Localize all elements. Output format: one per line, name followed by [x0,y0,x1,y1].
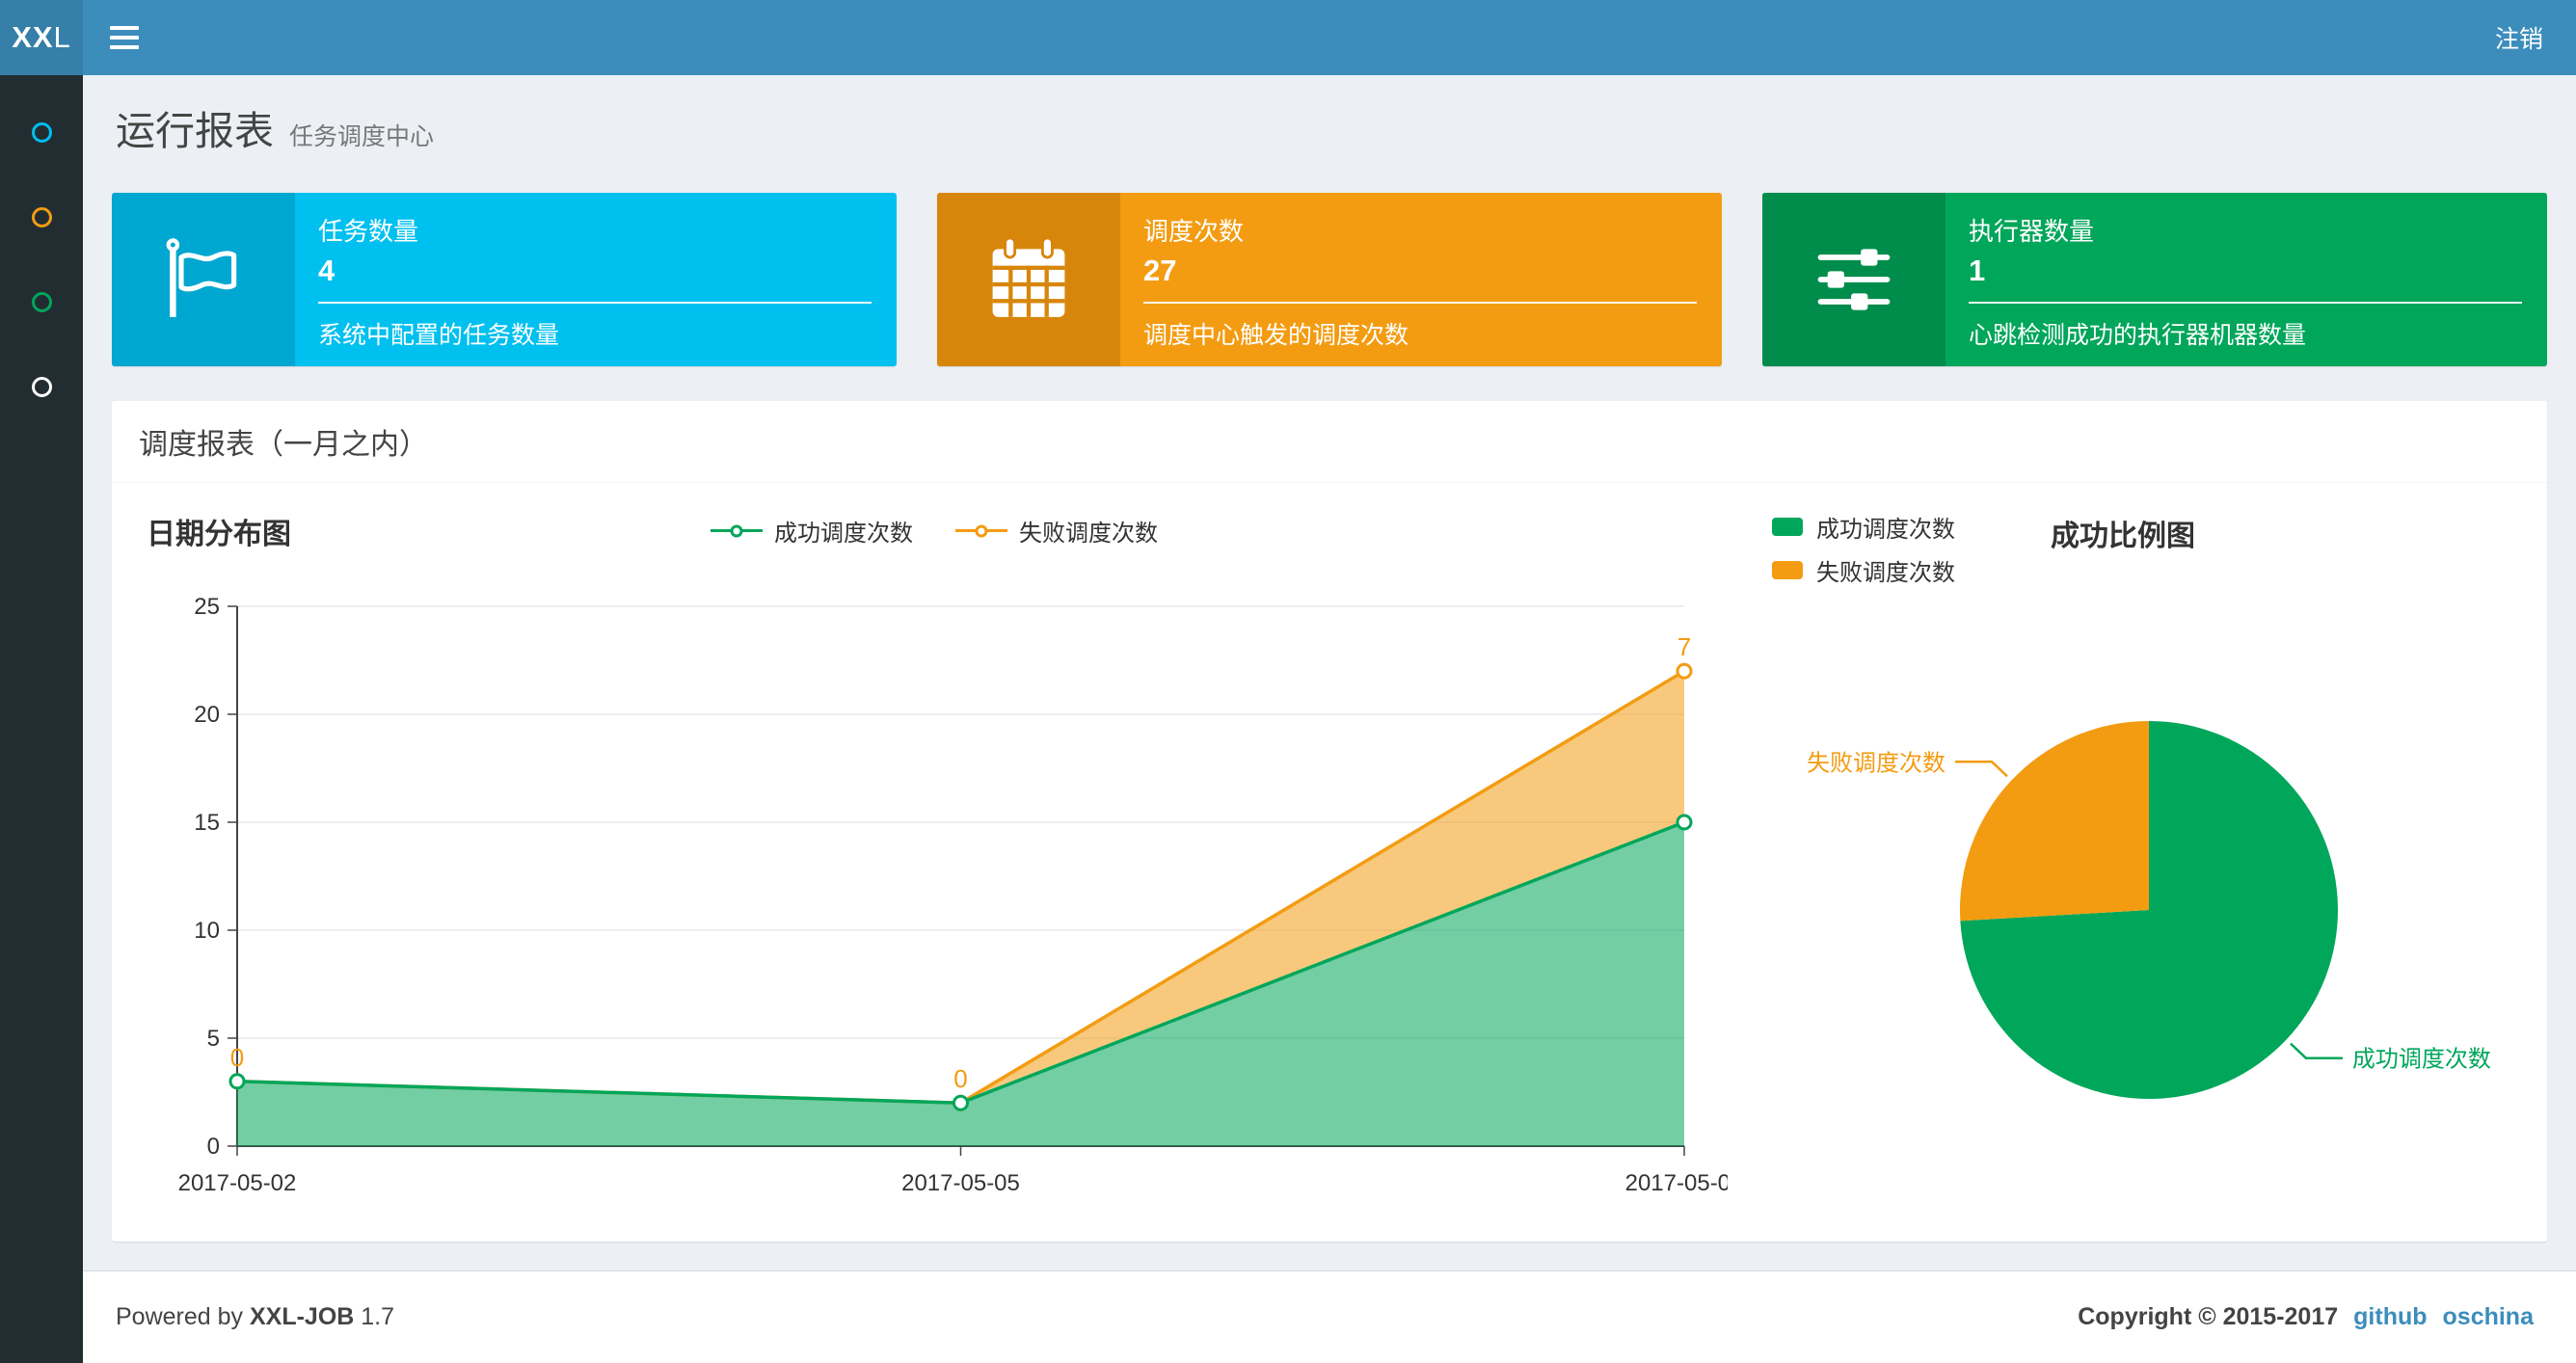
panel-title: 调度报表（一月之内） [112,401,2547,483]
pie-chart-title: 成功比例图 [2051,521,2195,552]
sidebar-menu [0,75,83,429]
circle-outline-icon [31,376,52,397]
circle-outline-icon [31,121,52,143]
sidebar-item-report[interactable] [0,90,83,174]
svg-text:失败调度次数: 失败调度次数 [1807,750,1945,776]
legend-item-fail[interactable]: 失败调度次数 [955,514,1158,548]
top-navbar: XX L 注销 [0,0,2576,75]
info-box-title: 任务数量 [318,217,419,246]
svg-text:7: 7 [1677,632,1691,661]
calendar-icon [937,193,1120,366]
info-box-value: 27 [1143,254,1177,287]
line-marker-icon [711,524,763,537]
line-chart-svg: 05101520252017-05-022017-05-052017-05-08… [178,594,1744,1196]
circle-outline-icon [31,206,52,227]
hamburger-icon [110,26,139,49]
svg-text:15: 15 [194,810,220,836]
schedule-report-panel: 调度报表（一月之内） 日期分布图 成功调度次数 失败调度次数 0 5 10 15… [112,401,2547,1242]
legend-item-success[interactable]: 成功调度次数 [1772,510,1955,544]
powered-by: Powered by XXL-JOB 1.7 [116,1303,395,1330]
copyright-text: Copyright © 2015-2017 [2078,1303,2339,1330]
divider [1969,302,2522,304]
svg-text:2017-05-08: 2017-05-08 [1625,1170,1728,1196]
swatch-icon [1772,518,1803,536]
page-header: 运行报表 任务调度中心 [116,98,2547,156]
oschina-link[interactable]: oschina [2443,1303,2534,1331]
svg-text:20: 20 [194,702,220,728]
navbar-spacer [166,0,2462,75]
info-box-title: 执行器数量 [1969,217,2095,246]
line-chart-legend: 成功调度次数 失败调度次数 [711,514,1158,548]
info-box-title: 调度次数 [1143,217,1245,246]
sidebar-item-logs[interactable] [0,259,83,344]
svg-text:2017-05-05: 2017-05-05 [901,1170,1020,1196]
success-ratio-chart: 成功调度次数 失败调度次数 成功比例图 成功调度次数 失败调度次数 [1728,508,2518,1180]
info-box-description: 调度中心触发的调度次数 [1143,322,1409,349]
info-box-value: 1 [1969,254,1986,287]
line-chart-title: 日期分布图 [147,519,291,550]
pie-chart-legend: 成功调度次数 失败调度次数 [1772,510,1955,587]
svg-text:0: 0 [230,1043,244,1072]
app-logo[interactable]: XX L [0,0,83,75]
info-box-task-count: 任务数量 4 系统中配置的任务数量 [112,193,897,366]
line-marker-icon [955,524,1007,537]
sidebar-toggle-button[interactable] [83,0,166,75]
logo-text-bold: XX [12,20,54,54]
info-box-executor-count: 执行器数量 1 心跳检测成功的执行器机器数量 [1762,193,2547,366]
svg-text:0: 0 [207,1134,220,1160]
content-area: 运行报表 任务调度中心 任务数量 4 系统中配置的任务数量 调度次数 27 调度… [83,75,2576,1270]
sliders-icon [1762,193,1945,366]
panel-body: 日期分布图 成功调度次数 失败调度次数 0 5 10 15 20 25 2017-05-02… [112,483,2547,1242]
svg-text:10: 10 [194,918,220,944]
pie-chart-svg: 成功调度次数 失败调度次数 [1807,721,2491,1099]
info-box-content: 任务数量 4 系统中配置的任务数量 [295,193,897,366]
svg-text:5: 5 [207,1026,220,1052]
divider [1143,302,1697,304]
svg-text:2017-05-02: 2017-05-02 [178,1170,297,1196]
logo-text-light: L [53,20,71,54]
page-title: 运行报表 [116,109,274,153]
info-box-content: 调度次数 27 调度中心触发的调度次数 [1120,193,1722,366]
page-subtitle: 任务调度中心 [289,123,435,150]
circle-outline-icon [31,291,52,312]
legend-item-fail[interactable]: 失败调度次数 [1772,553,1955,587]
sidebar-item-executors[interactable] [0,344,83,429]
legend-item-success[interactable]: 成功调度次数 [711,514,913,548]
svg-text:0: 0 [953,1064,967,1093]
product-name: XXL-JOB [249,1303,355,1330]
info-box-trigger-count: 调度次数 27 调度中心触发的调度次数 [937,193,1722,366]
svg-text:成功调度次数: 成功调度次数 [2352,1047,2491,1073]
date-distribution-chart: 日期分布图 成功调度次数 失败调度次数 0 5 10 15 20 25 2017-05-02… [141,508,1744,1228]
info-box-description: 系统中配置的任务数量 [318,322,560,349]
footer: Powered by XXL-JOB 1.7 Copyright © 2015-… [83,1270,2576,1363]
swatch-icon [1772,561,1803,579]
info-box-row: 任务数量 4 系统中配置的任务数量 调度次数 27 调度中心触发的调度次数 执行… [112,193,2547,366]
info-box-content: 执行器数量 1 心跳检测成功的执行器机器数量 [1945,193,2547,366]
divider [318,302,872,304]
svg-text:25: 25 [194,594,220,620]
github-link[interactable]: github [2353,1303,2427,1331]
info-box-description: 心跳检测成功的执行器机器数量 [1969,322,2307,349]
logout-button[interactable]: 注销 [2462,0,2576,75]
sidebar [0,75,83,1363]
sidebar-item-jobs[interactable] [0,174,83,259]
flag-icon [112,193,295,366]
line-chart-header: 日期分布图 成功调度次数 失败调度次数 [141,508,1728,558]
info-box-value: 4 [318,254,335,287]
